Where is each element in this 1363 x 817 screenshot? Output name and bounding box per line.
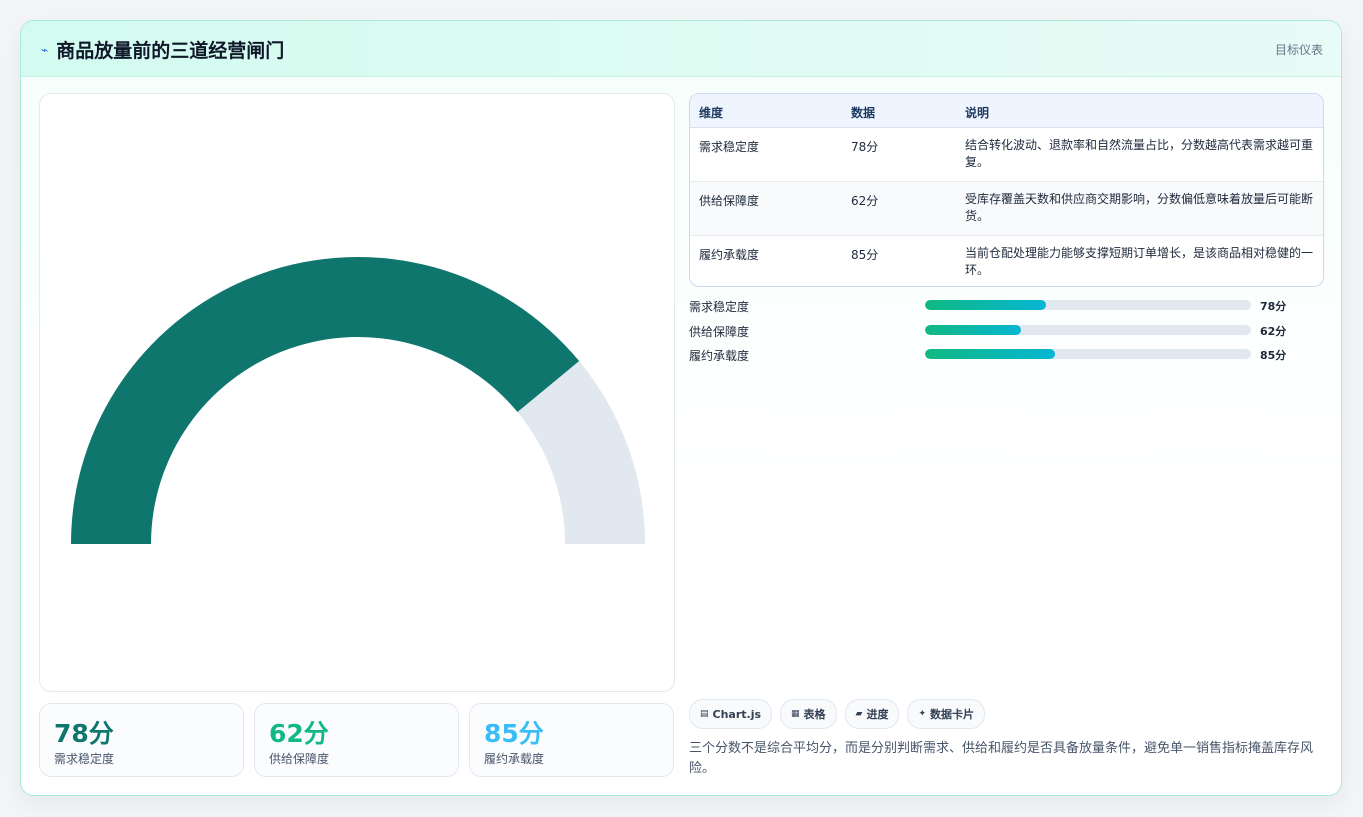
progress-track bbox=[925, 324, 1251, 335]
card-icon: ✦ bbox=[918, 709, 927, 719]
chip-label: 表格 bbox=[803, 708, 826, 721]
cell-data: 62分 bbox=[851, 194, 879, 208]
kpi-value: 78分 bbox=[54, 719, 114, 748]
chip-label: 进度 bbox=[866, 708, 889, 721]
table-row: 供给保障度 62分 受库存覆盖天数和供应商交期影响，分数偏低意味着放量后可能断货… bbox=[690, 182, 1323, 236]
kpi-label: 供给保障度 bbox=[269, 752, 330, 766]
card-header: ⌁ 商品放量前的三道经营闸门 目标仪表 bbox=[21, 21, 1341, 77]
progress-label: 需求稳定度 bbox=[689, 300, 750, 314]
cell-description: 受库存覆盖天数和供应商交期影响，分数偏低意味着放量后可能断货。 bbox=[965, 192, 1314, 223]
progress-row: 履约承载度 85分 bbox=[689, 346, 1329, 371]
chip-label: 数据卡片 bbox=[930, 708, 975, 721]
progress-label: 履约承载度 bbox=[689, 349, 750, 363]
cell-dimension: 需求稳定度 bbox=[699, 140, 760, 154]
gauge-value-arc bbox=[71, 257, 580, 544]
progress-track bbox=[925, 300, 1251, 310]
kpi-card-demand: 78分 需求稳定度 bbox=[39, 703, 244, 777]
kpi-value: 62分 bbox=[269, 719, 329, 748]
progress-track bbox=[925, 349, 1251, 359]
cell-dimension: 履约承载度 bbox=[699, 248, 760, 262]
table-header: 维度 数据 说明 bbox=[690, 94, 1323, 128]
header-tag: 目标仪表 bbox=[1274, 43, 1323, 57]
footnote: 三个分数不是综合平均分，而是分别判断需求、供给和履约是否具备放量条件，避免单一销… bbox=[689, 741, 1314, 776]
progress-bars: 需求稳定度 78分 供给保障度 62分 履约承载度 85分 bbox=[689, 297, 1329, 371]
chip-table[interactable]: ▦ 表格 bbox=[780, 699, 837, 729]
kpi-card-fulfillment: 85分 履约承载度 bbox=[469, 703, 674, 777]
progress-row: 供给保障度 62分 bbox=[689, 322, 1329, 347]
kpi-label: 履约承载度 bbox=[484, 752, 545, 766]
progress-fill bbox=[925, 300, 1046, 310]
progress-value: 78分 bbox=[1260, 300, 1287, 313]
table-row: 需求稳定度 78分 结合转化波动、退款率和自然流量占比，分数越高代表需求越可重复… bbox=[690, 128, 1323, 182]
table-row: 履约承载度 85分 当前仓配处理能力能够支撑短期订单增长，是该商品相对稳健的一环… bbox=[690, 236, 1323, 286]
bolt-icon: ⌁ bbox=[41, 42, 49, 57]
metrics-table: 维度 数据 说明 需求稳定度 78分 结合转化波动、退款率和自然流量占比，分数越… bbox=[689, 93, 1324, 287]
progress-fill bbox=[925, 349, 1056, 359]
dashboard-card: ⌁ 商品放量前的三道经营闸门 目标仪表 78分 需求稳定度 62分 供给保障度 … bbox=[20, 20, 1342, 796]
tech-chips: ▤ Chart.js ▦ 表格 ▰ 进度 ✦ 数据卡片 bbox=[689, 699, 986, 729]
column-header: 数据 bbox=[851, 106, 876, 120]
progress-label: 供给保障度 bbox=[689, 324, 750, 339]
cell-data: 78分 bbox=[851, 140, 879, 154]
chip-chartjs[interactable]: ▤ Chart.js bbox=[689, 699, 773, 729]
column-header: 说明 bbox=[965, 106, 990, 120]
cell-dimension: 供给保障度 bbox=[699, 194, 760, 208]
gauge-svg bbox=[71, 257, 645, 544]
chip-progress[interactable]: ▰ 进度 bbox=[844, 699, 900, 729]
table-icon: ▦ bbox=[791, 709, 800, 719]
chip-data-card[interactable]: ✦ 数据卡片 bbox=[907, 699, 986, 729]
kpi-card-supply: 62分 供给保障度 bbox=[254, 703, 459, 777]
progress-value: 85分 bbox=[1260, 349, 1287, 362]
chart-icon: ▤ bbox=[700, 709, 709, 719]
cell-description: 当前仓配处理能力能够支撑短期订单增长，是该商品相对稳健的一环。 bbox=[965, 246, 1314, 277]
gauge-chart bbox=[39, 93, 675, 692]
progress-fill bbox=[925, 324, 1022, 335]
progress-row: 需求稳定度 78分 bbox=[689, 297, 1329, 322]
kpi-label: 需求稳定度 bbox=[54, 752, 115, 766]
progress-icon: ▰ bbox=[855, 709, 863, 719]
cell-description: 结合转化波动、退款率和自然流量占比，分数越高代表需求越可重复。 bbox=[965, 138, 1314, 169]
kpi-value: 85分 bbox=[484, 719, 544, 748]
cell-data: 85分 bbox=[851, 248, 879, 262]
chip-label: Chart.js bbox=[712, 707, 762, 721]
column-header: 维度 bbox=[699, 106, 724, 120]
progress-value: 62分 bbox=[1260, 324, 1287, 338]
page-title: 商品放量前的三道经营闸门 bbox=[56, 40, 285, 62]
kpi-cards: 78分 需求稳定度 62分 供给保障度 85分 履约承载度 bbox=[39, 703, 675, 777]
